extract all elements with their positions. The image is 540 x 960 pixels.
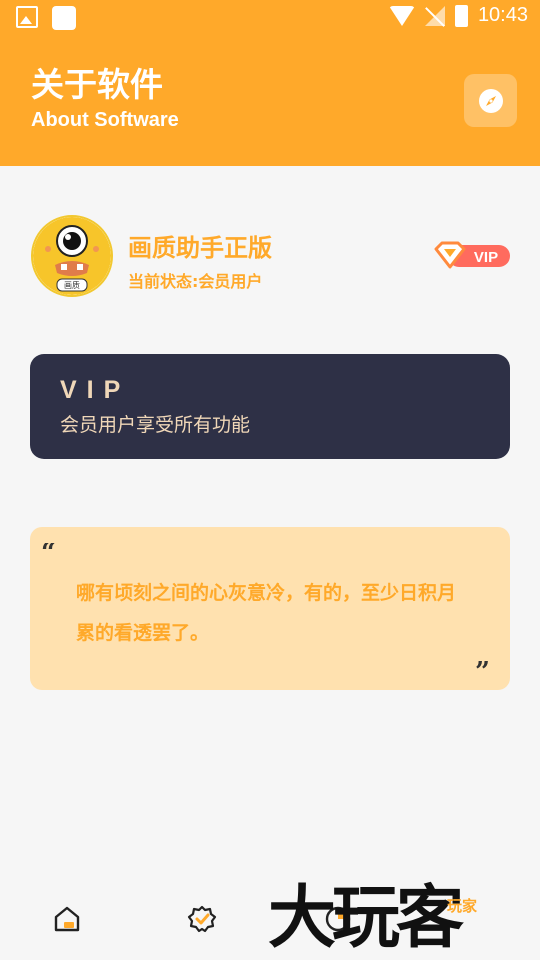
no-signal-icon — [424, 5, 445, 26]
compass-button[interactable] — [464, 74, 517, 127]
wifi-icon — [388, 5, 415, 26]
page-subtitle: About Software — [31, 109, 179, 131]
quote-card: “ 哪有顷刻之间的心灰意冷，有的，至少日积月累的看透罢了。 ” — [30, 527, 510, 690]
member-status: 当前状态:会员用户 — [128, 272, 263, 291]
app-notification-icon — [52, 6, 76, 30]
status-bar: 10:43 — [0, 0, 540, 36]
vip-badge: VIP — [434, 241, 512, 275]
vip-card-description: 会员用户享受所有功能 — [60, 414, 251, 436]
vip-card-title: VIP — [60, 376, 131, 404]
compass-icon — [478, 88, 503, 113]
verified-badge-icon — [187, 905, 217, 933]
avatar: 画质 — [31, 215, 113, 297]
quote-close-icon: ” — [475, 658, 490, 676]
svg-text:“: “ — [41, 543, 56, 561]
page-title: 关于软件 — [31, 65, 163, 104]
nav-item-home[interactable] — [47, 880, 87, 960]
avatar-label: 画质 — [64, 280, 80, 290]
battery-charging-icon — [454, 4, 468, 27]
vip-badge-label: VIP — [474, 249, 498, 266]
home-icon — [54, 906, 80, 932]
gallery-notification-icon — [16, 6, 38, 28]
quote-open-icon: “ — [41, 543, 56, 561]
watermark-text: 大玩客 — [268, 879, 464, 958]
status-time: 10:43 — [477, 4, 528, 26]
quote-text: 哪有顷刻之间的心灰意冷，有的，至少日积月累的看透罢了。 — [76, 582, 457, 644]
watermark-small-text: 玩家 — [447, 897, 478, 915]
svg-text:”: ” — [475, 658, 490, 676]
vip-card[interactable]: VIP 会员用户享受所有功能 — [30, 354, 510, 459]
nav-item-verified[interactable] — [182, 880, 222, 960]
header: 10:43 关于软件 About Software — [0, 0, 540, 166]
app-name: 画质助手正版 — [128, 234, 272, 262]
